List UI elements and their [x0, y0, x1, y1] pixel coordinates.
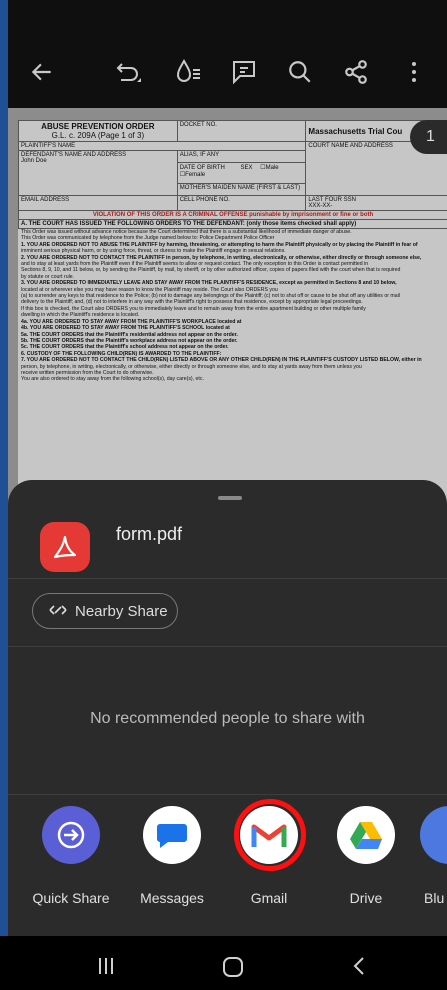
- defendant-name: John Doe: [21, 158, 47, 164]
- drive-icon: [337, 806, 395, 864]
- nearby-share-icon: [49, 603, 67, 620]
- app-messages[interactable]: Messages: [127, 806, 217, 906]
- form-title: ABUSE PREVENTION ORDER: [41, 122, 155, 131]
- plaintiff-label: PLAINTIFF'S NAME: [17, 141, 307, 151]
- divider: [8, 794, 447, 795]
- order-line: Sections 8, 9, 10, and 11 below, or, by …: [21, 267, 401, 274]
- app-drive[interactable]: Drive: [321, 806, 411, 906]
- quick-share-icon: [42, 806, 100, 864]
- app-label: Gmail: [250, 890, 288, 906]
- recent-apps-icon[interactable]: [96, 956, 116, 982]
- order-line: 3. YOU ARE ORDERED TO IMMEDIATELY LEAVE …: [21, 280, 397, 287]
- violation-warning: VIOLATION OF THIS ORDER IS A CRIMINAL OF…: [18, 210, 447, 220]
- app-label: Messages: [140, 890, 204, 906]
- pdf-document-view[interactable]: ABUSE PREVENTION ORDER G.L. c. 209A (Pag…: [8, 108, 447, 508]
- app-label: Blu: [424, 890, 445, 906]
- no-recommendations-text: No recommended people to share with: [90, 710, 365, 727]
- pdf-file-icon: [40, 522, 90, 572]
- dob-label: DATE OF BIRTH: [179, 164, 225, 171]
- order-line: 7. YOU ARE ORDERED NOT TO CONTACT THE CH…: [21, 357, 422, 364]
- share-sheet: form.pdf Nearby Share No recommended peo…: [8, 480, 447, 936]
- search-icon[interactable]: [284, 56, 316, 88]
- nearby-share-label: Nearby Share: [75, 602, 168, 620]
- ssn-value: XXX-XX-: [308, 203, 333, 209]
- back-icon[interactable]: [352, 956, 366, 982]
- share-icon[interactable]: [340, 56, 372, 88]
- bluetooth-icon: [420, 806, 447, 864]
- order-line: You are also ordered to stay away from t…: [21, 376, 204, 383]
- gmail-highlight-ring: [234, 799, 306, 871]
- order-lines: This Order was issued without advance no…: [18, 229, 447, 383]
- form-subtitle: G.L. c. 209A (Page 1 of 3): [51, 131, 145, 140]
- divider: [8, 646, 447, 647]
- divider: [8, 578, 447, 579]
- docket-label: DOCKET NO.: [176, 120, 307, 142]
- home-icon[interactable]: [222, 956, 244, 984]
- app-label: Quick Share: [32, 890, 110, 906]
- app-quick-share[interactable]: Quick Share: [26, 806, 116, 906]
- sex-male: Male: [265, 164, 279, 171]
- messages-icon: [143, 806, 201, 864]
- nearby-share-button[interactable]: Nearby Share: [32, 593, 178, 629]
- arrow-left-icon[interactable]: [26, 56, 58, 88]
- comment-icon[interactable]: [228, 56, 260, 88]
- orders-heading: A. THE COURT HAS ISSUED THE FOLLOWING OR…: [18, 219, 447, 229]
- page-number-badge: 1: [410, 120, 447, 154]
- ink-drop-icon[interactable]: [172, 56, 204, 88]
- file-name: form.pdf: [116, 524, 183, 544]
- cell-label: CELL PHONE NO.: [179, 197, 230, 203]
- mother-maiden-label: MOTHER'S MAIDEN NAME (FIRST & LAST): [176, 183, 307, 196]
- more-vert-icon[interactable]: [398, 56, 430, 88]
- sex-female: Female: [185, 171, 206, 178]
- navigation-bar: [0, 936, 447, 990]
- sex-label: SEX: [240, 164, 253, 171]
- email-label: EMAIL ADDRESS: [18, 195, 178, 211]
- app-bluetooth[interactable]: Blu: [420, 806, 447, 906]
- pdf-page: ABUSE PREVENTION ORDER G.L. c. 209A (Pag…: [17, 120, 447, 508]
- undo-icon[interactable]: [112, 56, 144, 88]
- alias-label: ALIAS, IF ANY: [176, 150, 307, 163]
- drag-handle[interactable]: [218, 496, 242, 500]
- app-label: Drive: [349, 890, 383, 906]
- app-list: Quick Share Messages Gmail Drive Blu: [8, 806, 447, 916]
- form-header-table: ABUSE PREVENTION ORDER G.L. c. 209A (Pag…: [17, 120, 447, 229]
